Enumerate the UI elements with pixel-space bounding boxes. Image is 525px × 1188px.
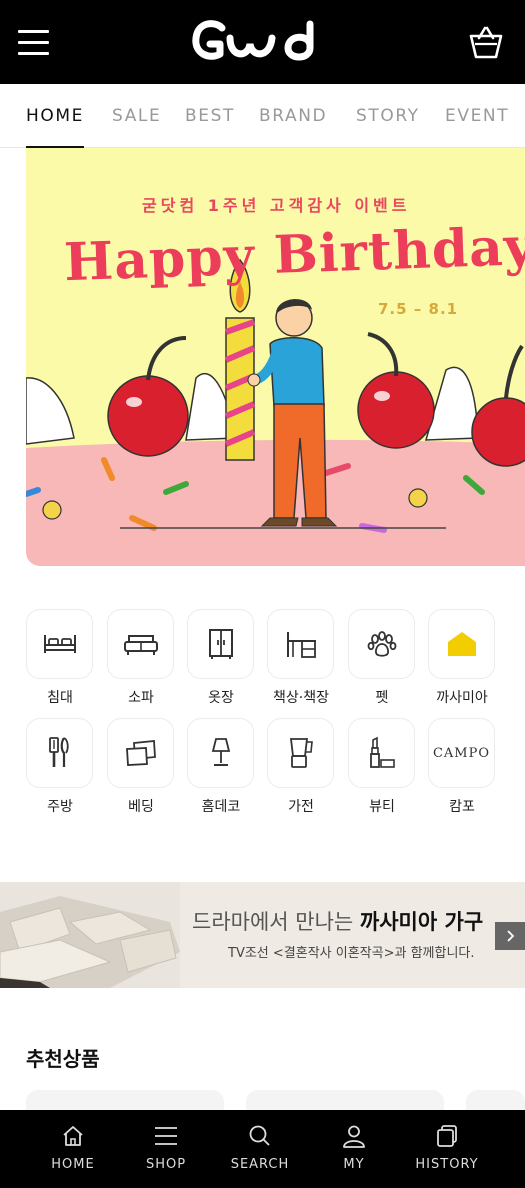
category-tile <box>428 609 495 679</box>
category-pet[interactable]: 펫 <box>348 609 416 707</box>
category-label: 침대 <box>47 690 73 706</box>
user-icon <box>343 1125 365 1148</box>
category-tile <box>348 609 415 679</box>
bottom-nav-history[interactable]: HISTORY <box>402 1110 492 1188</box>
category-tile <box>187 609 254 679</box>
category-tile <box>267 718 334 788</box>
category-tile <box>26 718 93 788</box>
tab-best[interactable]: BEST <box>185 84 235 148</box>
bottom-nav-my[interactable]: MY <box>309 1110 399 1188</box>
category-label: 베딩 <box>128 799 154 815</box>
casamia-house-icon <box>447 632 476 656</box>
tab-story[interactable]: STORY <box>356 84 420 148</box>
tab-sale[interactable]: SALE <box>112 84 161 148</box>
sofa-icon <box>123 635 158 655</box>
promo-banner[interactable]: 드라마에서 만나는 까사미아 가구 TV조선 <결혼작사 이혼작곡>과 함께합니… <box>0 882 525 988</box>
category-homedeco[interactable]: 홈데코 <box>187 718 255 816</box>
menu-icon <box>155 1127 177 1145</box>
wardrobe-icon <box>208 629 233 659</box>
hero-subtitle: 굳닷컴 1주년 고객감사 이벤트 <box>142 196 411 215</box>
hero-date: 7.5 – 8.1 <box>378 300 459 318</box>
chevron-right-icon <box>507 930 515 942</box>
category-label: 홈데코 <box>201 799 241 815</box>
promo-next-button[interactable] <box>495 922 525 950</box>
home-icon <box>63 1126 83 1146</box>
desk-icon <box>286 632 316 658</box>
category-desk[interactable]: 책상·책장 <box>267 609 335 707</box>
tab-brand[interactable]: BRAND <box>259 84 327 148</box>
category-wardrobe[interactable]: 옷장 <box>187 609 255 707</box>
bottom-nav-search[interactable]: SEARCH <box>215 1110 305 1188</box>
app-header <box>0 0 525 84</box>
blender-icon <box>289 738 313 768</box>
category-nav: HOME SALE BEST BRAND STORY EVENT <box>0 84 525 149</box>
category-kitchen[interactable]: 주방 <box>26 718 94 816</box>
lamp-icon <box>211 738 230 766</box>
bottom-nav: HOME SHOP SEARCH MY HISTORY <box>0 1110 525 1188</box>
bottom-nav-shop[interactable]: SHOP <box>121 1110 211 1188</box>
lipstick-icon <box>369 736 395 768</box>
bottom-nav-label: HISTORY <box>415 1157 479 1172</box>
kitchen-utensils-icon <box>48 737 69 767</box>
promo-title-brand: 까사미아 가구 <box>359 910 484 934</box>
category-label: 캄포 <box>449 799 475 815</box>
category-sofa[interactable]: 소파 <box>107 609 175 707</box>
category-tile <box>267 609 334 679</box>
promo-subtitle: TV조선 <결혼작사 이혼작곡>과 함께합니다. <box>228 946 475 961</box>
menu-button[interactable] <box>18 28 50 56</box>
category-casamia[interactable]: 까사미아 <box>428 609 496 707</box>
paw-icon <box>367 631 396 657</box>
category-beauty[interactable]: 뷰티 <box>348 718 416 816</box>
section-title-recommended: 추천상품 <box>26 1047 100 1071</box>
category-label: 옷장 <box>208 690 234 706</box>
category-tile <box>348 718 415 788</box>
hero-banner[interactable]: 굳닷컴 1주년 고객감사 이벤트 Happy Birthday 7.5 – 8.… <box>26 148 525 566</box>
category-appliance[interactable]: 가전 <box>267 718 335 816</box>
history-icon <box>437 1125 457 1147</box>
category-bedding[interactable]: 베딩 <box>107 718 175 816</box>
category-tile: CAMPO <box>428 718 495 788</box>
bottom-nav-label: SEARCH <box>230 1157 290 1172</box>
tab-event[interactable]: EVENT <box>445 84 509 148</box>
category-bed[interactable]: 침대 <box>26 609 94 707</box>
bed-icon <box>43 635 76 653</box>
promo-title: 드라마에서 만나는 까사미아 가구 <box>192 906 483 936</box>
shopping-bag-icon[interactable] <box>466 24 506 60</box>
tab-home[interactable]: HOME <box>26 84 84 149</box>
search-icon <box>249 1125 270 1146</box>
category-tile <box>187 718 254 788</box>
promo-title-prefix: 드라마에서 만나는 <box>192 910 360 934</box>
category-label: 소파 <box>128 690 154 706</box>
category-label: 뷰티 <box>369 799 395 815</box>
good-logo[interactable] <box>188 16 334 68</box>
category-tile <box>26 609 93 679</box>
bottom-nav-home[interactable]: HOME <box>28 1110 118 1188</box>
category-tile <box>107 718 174 788</box>
sofa-photo <box>0 882 180 988</box>
category-label: 책상·책장 <box>273 690 329 706</box>
category-label: 펫 <box>375 690 389 706</box>
hamburger-line <box>18 30 49 33</box>
hamburger-line <box>18 41 49 44</box>
category-campo[interactable]: CAMPO 캄포 <box>428 718 496 816</box>
pillow-icon <box>125 740 156 766</box>
bottom-nav-label: SHOP <box>145 1157 187 1172</box>
campo-logo-icon: CAMPO <box>432 745 491 761</box>
bottom-nav-label: HOME <box>51 1157 95 1172</box>
hamburger-line <box>18 52 49 55</box>
category-tile <box>107 609 174 679</box>
category-label: 가전 <box>288 799 314 815</box>
bottom-nav-label: MY <box>343 1157 365 1172</box>
category-label: 까사미아 <box>436 690 488 706</box>
category-label: 주방 <box>47 799 73 815</box>
